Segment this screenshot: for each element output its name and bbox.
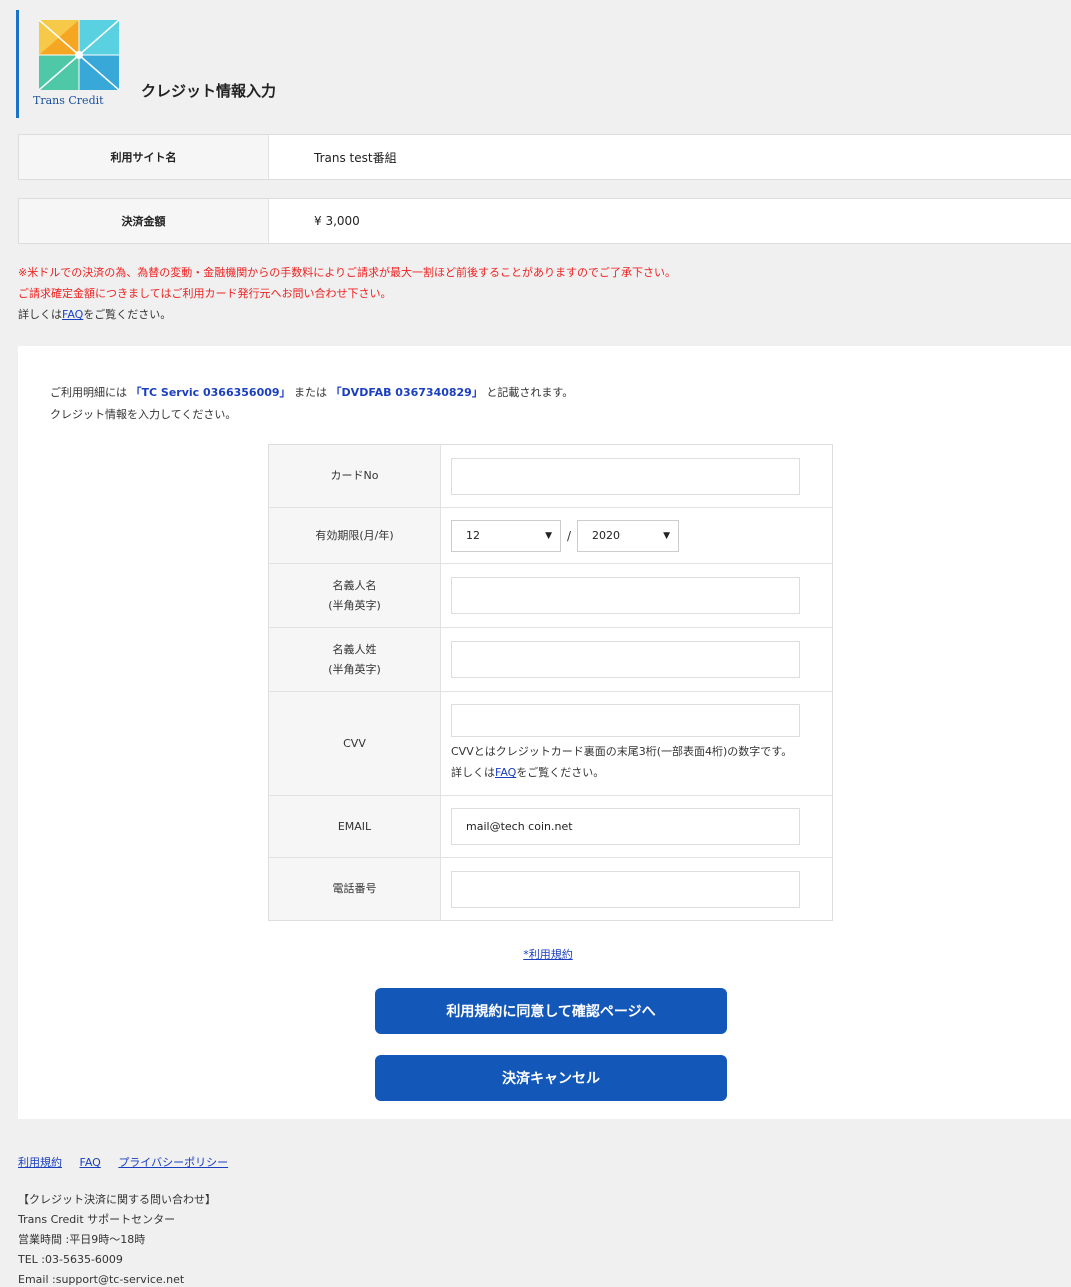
terms-container: *利用規約 [18, 946, 1071, 962]
expiry-month-select[interactable]: 12 ▼ [451, 519, 561, 552]
support-email: Email :support@tc-service.net [18, 1273, 185, 1286]
email-input[interactable] [451, 808, 800, 845]
footer-links: 利用規約 FAQ プライバシーポリシー [18, 1154, 242, 1170]
last-name-label-text: 名義人姓 [332, 642, 377, 656]
statement-name-2: 「DVDFAB 0367340829」 [330, 386, 483, 399]
page-title: クレジット情報入力 [141, 82, 277, 100]
site-name-value: Trans test番組 [314, 150, 397, 165]
support-hours: 営業時間 :平日9時～18時 [18, 1233, 146, 1246]
notice-line-1: ※米ドルでの決済の為、為替の変動・金融機関からの手数料によりご請求が最大一割ほど… [18, 266, 676, 279]
first-name-row: 名義人名 (半角英字) [269, 564, 832, 628]
email-label: EMAIL [269, 796, 441, 857]
first-name-label-text: 名義人名 [332, 578, 377, 592]
trans-credit-logo [38, 19, 120, 91]
expiry-year-value: 2020 [592, 529, 621, 542]
phone-label: 電話番号 [269, 858, 441, 920]
site-name-label: 利用サイト名 [19, 135, 269, 179]
phone-input[interactable] [451, 870, 800, 908]
page: Trans Credit クレジット情報入力 利用サイト名 Trans test… [0, 0, 1071, 1287]
support-info: 【クレジット決済に関する問い合わせ】 Trans Credit サポートセンター… [18, 1190, 216, 1287]
card-number-input[interactable] [451, 457, 800, 495]
last-name-label: 名義人姓 (半角英字) [269, 628, 441, 691]
support-center-name: Trans Credit サポートセンター [18, 1213, 176, 1226]
last-name-row: 名義人姓 (半角英字) [269, 628, 832, 692]
amount-row: 決済金額 ¥ 3,000 [18, 198, 1071, 244]
cvv-input[interactable] [451, 704, 800, 737]
first-name-label-hint: (半角英字) [328, 598, 381, 612]
cvv-row: CVV CVVとはクレジットカード裏面の末尾3桁(一部表面4桁)の数字です。詳し… [269, 692, 832, 796]
footer-faq-link[interactable]: FAQ [80, 1156, 101, 1169]
support-heading: 【クレジット決済に関する問い合わせ】 [18, 1193, 216, 1206]
statement-mid: または [294, 386, 328, 399]
footer-terms-link[interactable]: 利用規約 [18, 1156, 62, 1169]
amount-label: 決済金額 [19, 199, 269, 243]
statement-suffix: と記載されます。 [486, 386, 574, 399]
card-number-label: カードNo [269, 445, 441, 507]
cvv-label: CVV [269, 692, 441, 795]
statement-prefix: ご利用明細には [50, 386, 127, 399]
expiry-slash: / [567, 528, 572, 543]
card-number-row: カードNo [269, 445, 832, 508]
expiry-label: 有効期限(月/年) [269, 508, 441, 563]
notice-faq-prefix: 詳しくは [18, 308, 62, 321]
amount-value: ¥ 3,000 [314, 214, 360, 228]
first-name-input[interactable] [451, 577, 800, 614]
expiry-row: 有効期限(月/年) 12 ▼ / 2020 ▼ [269, 508, 832, 564]
notice-line-2: ご請求確定金額につきましてはご利用カード発行元へお問い合わせ下さい。 [18, 287, 392, 300]
cvv-note-suffix: をご覧ください。 [516, 766, 605, 779]
card-form-table: カードNo 有効期限(月/年) 12 ▼ / 2020 ▼ 名義人名 (半角英字… [268, 444, 833, 921]
footer-privacy-link[interactable]: プライバシーポリシー [118, 1156, 228, 1169]
instruction-text: クレジット情報を入力してください。 [50, 408, 237, 421]
terms-link[interactable]: *利用規約 [523, 948, 573, 961]
first-name-label: 名義人名 (半角英字) [269, 564, 441, 627]
statement-name-1: 「TC Servic 0366356009」 [130, 386, 291, 399]
chevron-down-icon: ▼ [545, 530, 552, 541]
header: Trans Credit クレジット情報入力 [16, 10, 1071, 118]
last-name-input[interactable] [451, 641, 800, 678]
support-tel: TEL :03-5635-6009 [18, 1253, 123, 1266]
chevron-down-icon: ▼ [663, 530, 671, 541]
faq-link[interactable]: FAQ [62, 308, 83, 321]
expiry-year-select[interactable]: 2020 ▼ [577, 519, 680, 552]
notice-line-3: 詳しくはFAQをご覧ください。 [18, 304, 676, 325]
credit-form-panel: ご利用明細には 「TC Servic 0366356009」 または 「DVDF… [18, 346, 1071, 1119]
email-row: EMAIL [269, 796, 832, 858]
cvv-note: CVVとはクレジットカード裏面の末尾3桁(一部表面4桁)の数字です。詳しくはFA… [451, 741, 803, 783]
expiry-month-value: 12 [466, 529, 480, 542]
logo-text: Trans Credit [33, 94, 104, 107]
cvv-faq-link[interactable]: FAQ [495, 766, 516, 779]
last-name-label-hint: (半角英字) [328, 662, 381, 676]
statement-line: ご利用明細には 「TC Servic 0366356009」 または 「DVDF… [50, 382, 573, 404]
notice-faq-suffix: をご覧ください。 [83, 308, 172, 321]
currency-notice: ※米ドルでの決済の為、為替の変動・金融機関からの手数料によりご請求が最大一割ほど… [18, 262, 676, 325]
agree-confirm-button[interactable]: 利用規約に同意して確認ページへ [375, 988, 727, 1034]
site-name-row: 利用サイト名 Trans test番組 [18, 134, 1071, 180]
statement-intro: ご利用明細には 「TC Servic 0366356009」 または 「DVDF… [50, 382, 573, 426]
cancel-payment-button[interactable]: 決済キャンセル [375, 1055, 727, 1101]
phone-row: 電話番号 [269, 858, 832, 920]
